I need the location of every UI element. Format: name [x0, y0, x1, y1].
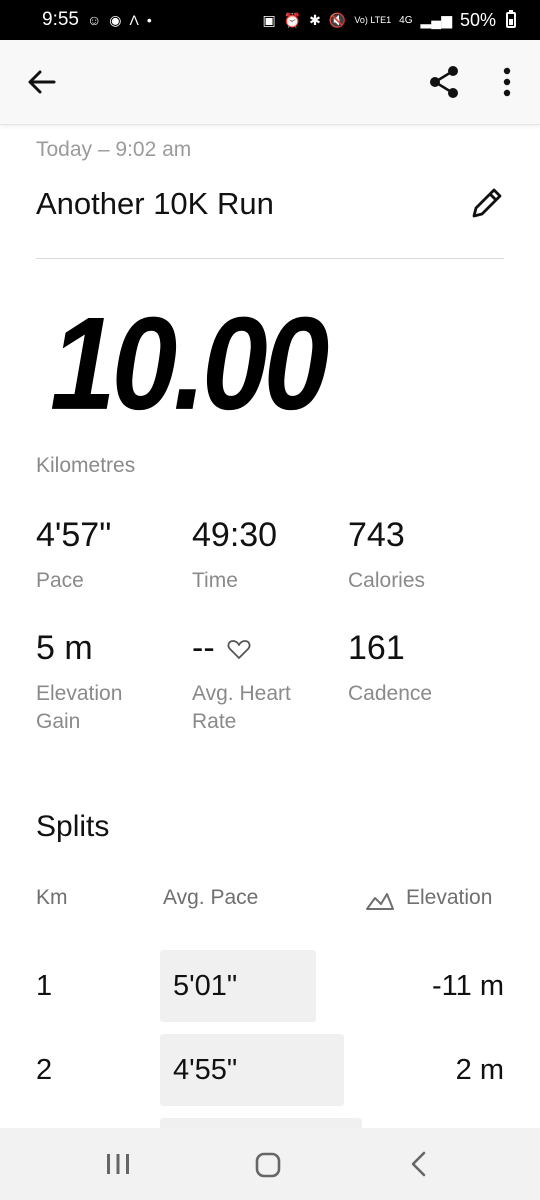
alarm-icon: ⏰	[283, 11, 302, 28]
record-icon: ◉	[109, 11, 122, 28]
dot-icon: •	[146, 12, 152, 28]
more-vertical-icon[interactable]	[494, 66, 520, 98]
status-time: 9:55	[42, 9, 79, 30]
notification-icon: ☺	[86, 12, 102, 28]
edit-pencil-icon[interactable]	[468, 184, 506, 222]
signal-icon: ▂▄▆	[420, 11, 452, 28]
splits-header-elevation: Elevation	[406, 886, 493, 909]
stat-pace: 4'57" Pace	[36, 516, 111, 595]
stat-heart-rate[interactable]: -- Avg. Heart Rate	[192, 629, 291, 736]
split-elevation: 2 m	[455, 1054, 504, 1086]
share-icon[interactable]	[426, 64, 462, 100]
activity-date: Today – 9:02 am	[36, 138, 192, 161]
stat-heart-rate-label-line1: Avg. Heart	[192, 682, 291, 705]
splits-header-pace: Avg. Pace	[163, 886, 259, 909]
status-right: ▣ ⏰ ✱ 🔇 Vo) LTE1 4G ▂▄▆ 50%	[262, 10, 516, 31]
split-row: 1 5'01" -11 m	[0, 950, 540, 1022]
splits-title: Splits	[36, 810, 110, 843]
split-row	[0, 1118, 540, 1128]
activity-detail: Today – 9:02 am Another 10K Run 10.00 Ki…	[0, 126, 540, 1128]
stat-elevation-gain-label-line2: Gain	[36, 710, 81, 733]
mute-icon: 🔇	[328, 11, 347, 28]
split-km: 2	[36, 1054, 53, 1086]
heart-icon	[227, 639, 251, 659]
stat-heart-rate-label-line2: Rate	[192, 710, 237, 733]
split-pace-bar	[160, 1118, 362, 1128]
battery-percent: 50%	[459, 9, 496, 30]
stat-calories: 743 Calories	[348, 516, 425, 595]
system-nav-bar	[0, 1128, 540, 1200]
stat-time: 49:30 Time	[192, 516, 277, 595]
recents-icon[interactable]	[104, 1152, 132, 1176]
stat-cadence-label: Cadence	[348, 682, 433, 705]
stat-elevation-gain-label: Elevation Gain	[36, 680, 122, 736]
stat-elevation-gain: 5 m Elevation Gain	[36, 629, 122, 736]
stat-elevation-gain-label-line1: Elevation	[36, 682, 123, 705]
data-label: 4G	[399, 14, 413, 26]
split-pace: 4'55"	[173, 1054, 238, 1086]
elevation-icon	[366, 893, 394, 910]
back-arrow-icon[interactable]	[26, 66, 58, 98]
stat-cadence: 161 Cadence	[348, 629, 432, 708]
stat-calories-value: 743	[348, 516, 405, 554]
splits-header-km: Km	[36, 886, 68, 909]
split-row: 2 4'55" 2 m	[0, 1034, 540, 1106]
stat-heart-rate-value: --	[192, 629, 215, 667]
bluetooth-icon: ✱	[309, 11, 321, 28]
stat-pace-value: 4'57"	[36, 516, 112, 554]
stat-heart-rate-value-row: --	[192, 629, 291, 668]
app-bar	[0, 40, 540, 125]
activity-title: Another 10K Run	[36, 186, 274, 221]
title-divider	[36, 258, 504, 259]
stat-pace-label: Pace	[36, 569, 84, 592]
split-km: 1	[36, 970, 53, 1002]
network-label: Vo) LTE1	[354, 14, 392, 25]
stat-cadence-value: 161	[348, 629, 405, 667]
battery-icon	[506, 10, 516, 28]
lock-icon: ▣	[262, 11, 276, 28]
status-bar: 9:55 ☺ ◉ Λ • ▣ ⏰ ✱ 🔇 Vo) LTE1 4G ▂▄▆ 50%	[0, 0, 540, 40]
stat-calories-label: Calories	[348, 569, 426, 592]
stat-time-value: 49:30	[192, 516, 278, 554]
status-left: 9:55 ☺ ◉ Λ •	[42, 9, 152, 31]
split-elevation: -11 m	[432, 970, 504, 1002]
nav-back-icon[interactable]	[408, 1150, 430, 1178]
distance-unit: Kilometres	[36, 454, 136, 477]
home-icon[interactable]	[254, 1151, 282, 1179]
app-icon: Λ	[129, 12, 139, 28]
stat-heart-rate-label: Avg. Heart Rate	[192, 680, 291, 736]
stat-time-label: Time	[192, 569, 238, 592]
distance-value: 10.00	[50, 290, 329, 438]
split-pace: 5'01"	[173, 970, 238, 1002]
stat-elevation-gain-value: 5 m	[36, 629, 93, 667]
